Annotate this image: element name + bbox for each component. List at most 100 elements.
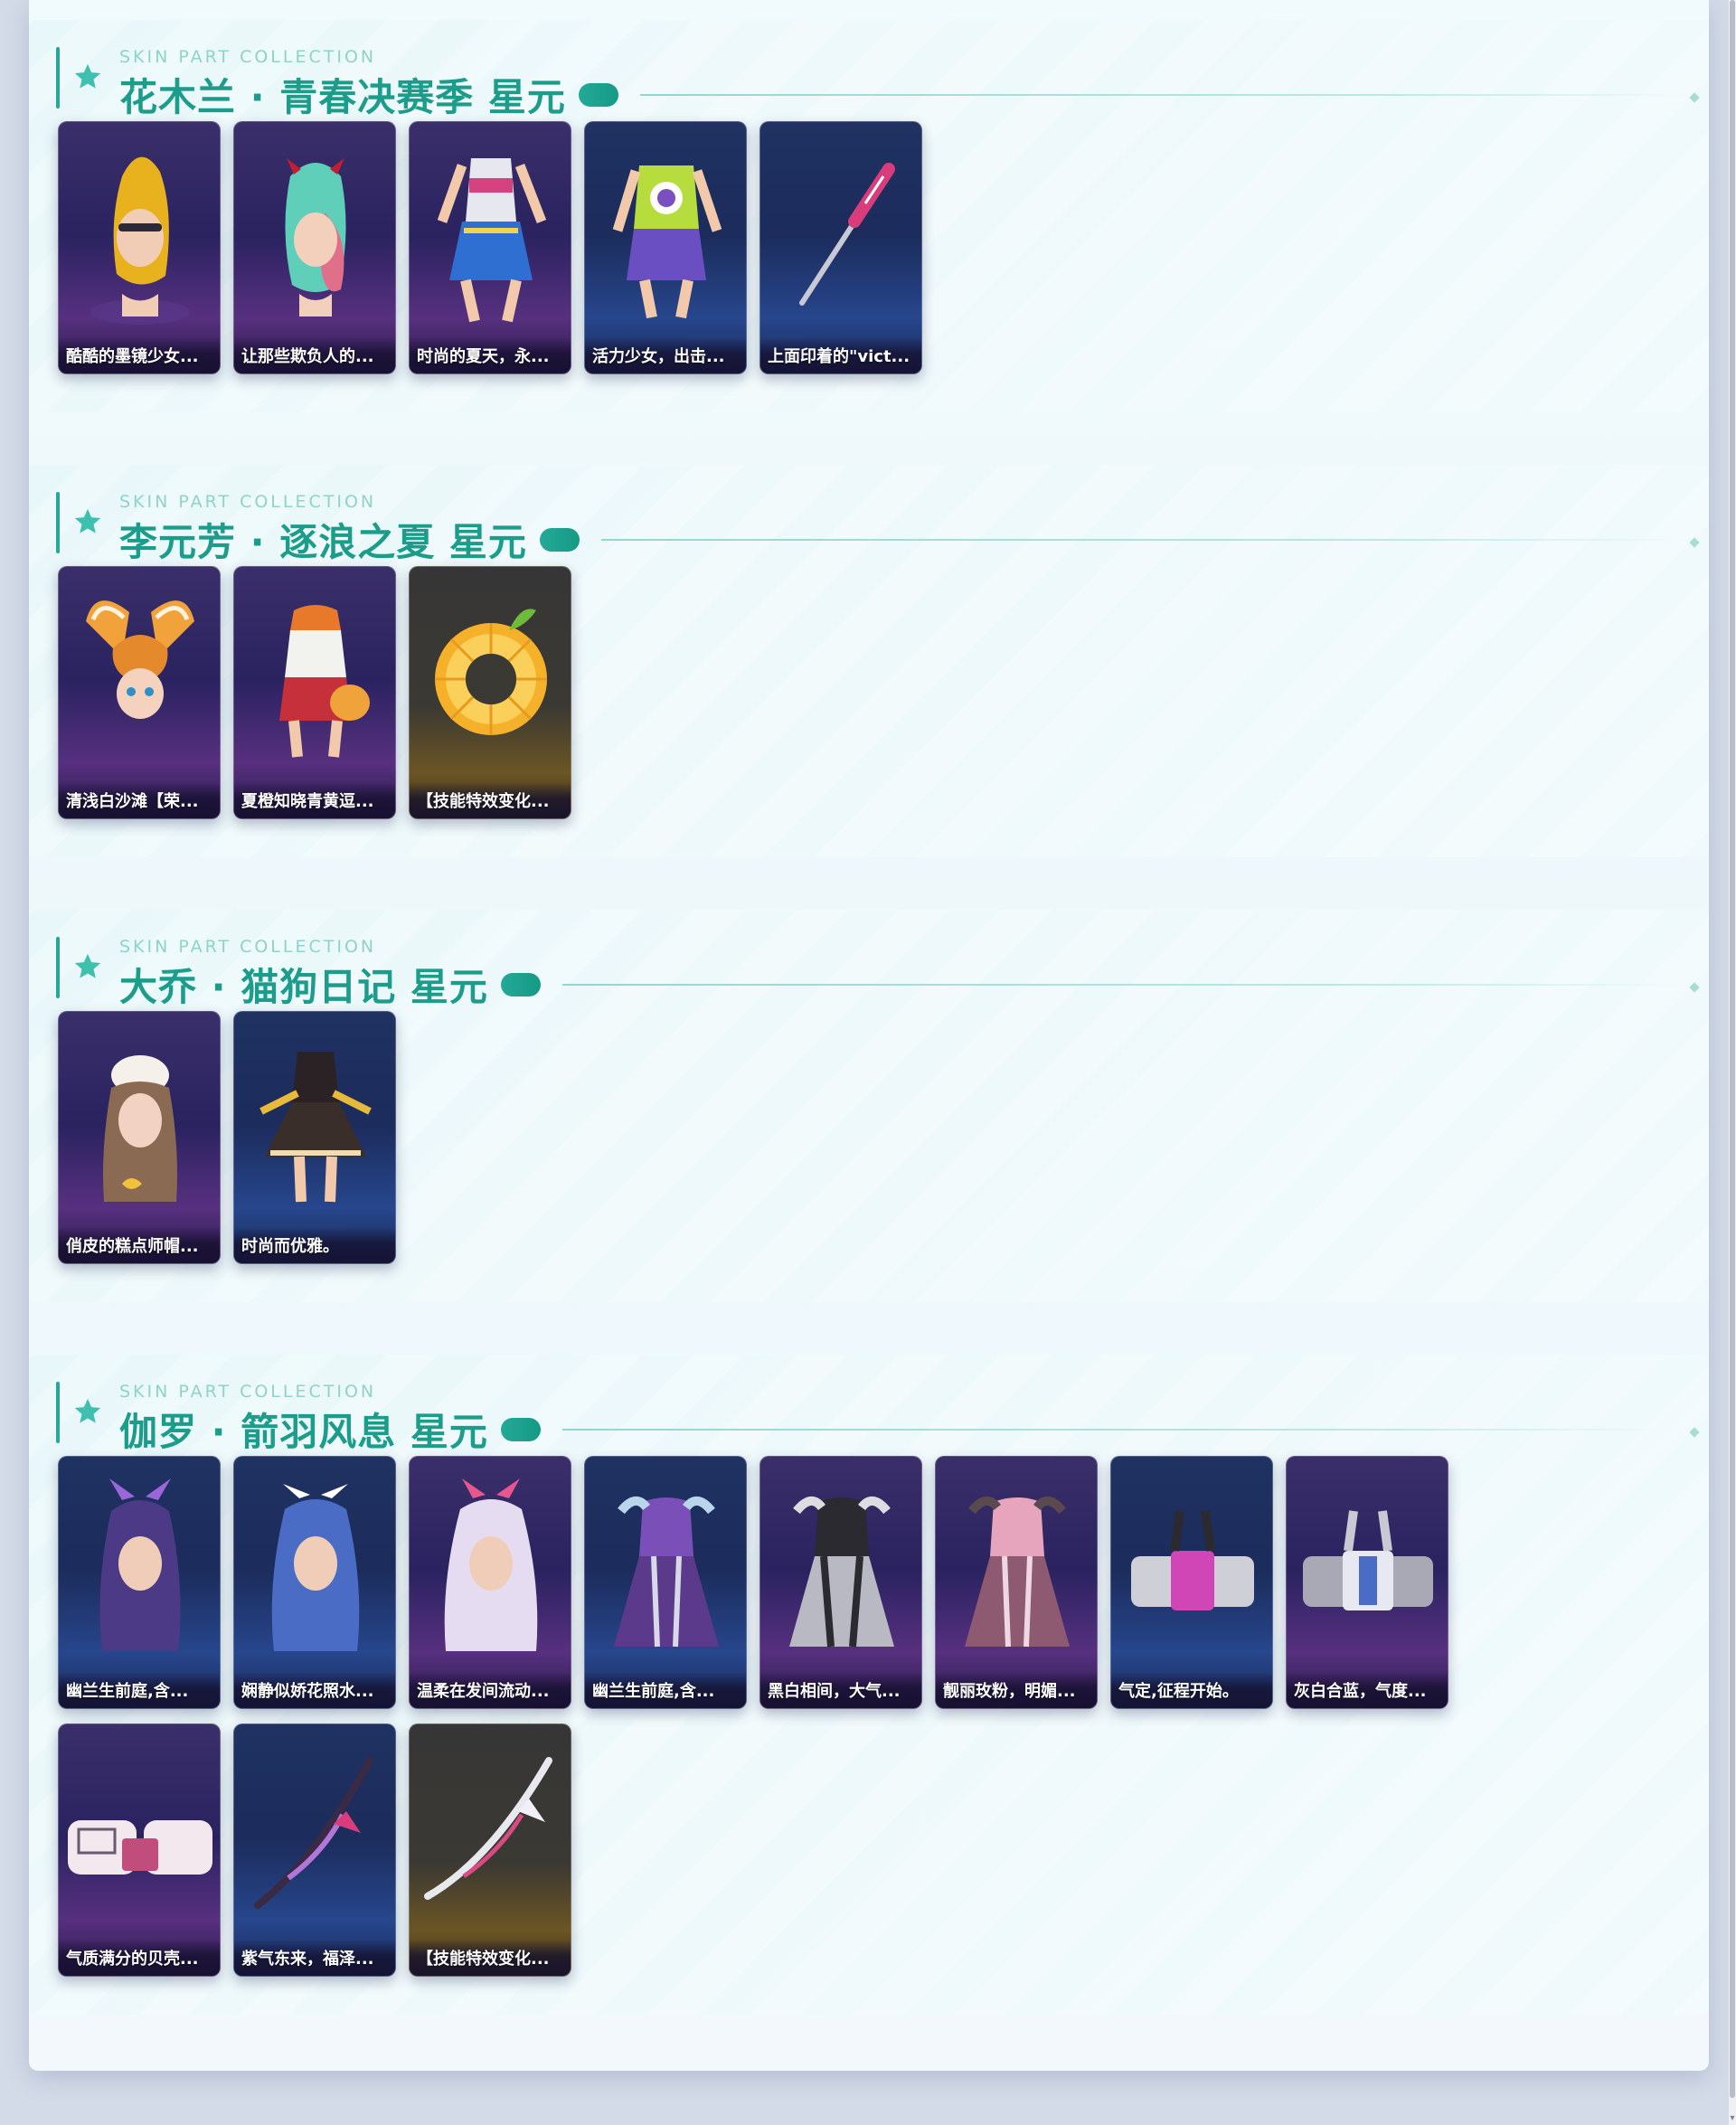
card-caption: 酷酷的墨镜少女... bbox=[59, 337, 220, 373]
diamond-icon bbox=[1689, 537, 1700, 548]
section-title: 李元芳 · 逐浪之夏 星元 bbox=[119, 520, 527, 564]
diamond-icon bbox=[1689, 982, 1700, 993]
hair-icon bbox=[86, 600, 194, 719]
effect-icon bbox=[435, 609, 547, 735]
card-caption: 夏橙知晓青黄逗... bbox=[234, 782, 395, 818]
card-caption: 时尚而优雅。 bbox=[234, 1227, 395, 1263]
hair-icon bbox=[444, 1478, 538, 1651]
diamond-icon bbox=[1689, 1427, 1700, 1438]
section-title: 花木兰 · 青春决赛季 星元 bbox=[119, 75, 566, 119]
card-caption: 【技能特效变化... bbox=[410, 782, 571, 818]
skin-part-card[interactable]: 【技能特效变化... bbox=[409, 1724, 571, 1977]
card-caption: 温柔在发间流动... bbox=[410, 1672, 571, 1708]
skin-part-card[interactable]: 灰白合蓝，气度... bbox=[1286, 1456, 1448, 1709]
card-caption: 气定,征程开始。 bbox=[1111, 1672, 1272, 1708]
scrollbar-thumb[interactable] bbox=[1730, 0, 1735, 2098]
section-divider bbox=[561, 1428, 1675, 1431]
item-grid: 俏皮的糕点师帽... 时尚而优雅。 bbox=[58, 1011, 1448, 1264]
card-caption: 气质满分的贝壳... bbox=[59, 1940, 220, 1976]
outfit-icon bbox=[259, 1052, 372, 1203]
item-grid: 清浅白沙滩【荣... 夏橙知晓青黄逗... 【技能特效变化... bbox=[58, 566, 1448, 819]
section-divider bbox=[600, 538, 1686, 541]
hair-icon bbox=[90, 156, 190, 325]
skin-part-card[interactable]: 【技能特效变化... bbox=[409, 566, 571, 819]
card-caption: 靓丽玫粉，明媚... bbox=[936, 1672, 1097, 1708]
card-caption: 时尚的夏天，永... bbox=[410, 337, 571, 373]
skin-part-card[interactable]: 黑白相间，大气... bbox=[760, 1456, 922, 1709]
star-icon bbox=[74, 953, 101, 978]
collection-section: SKIN PART COLLECTION 李元芳 · 逐浪之夏 星元 清浅白沙滩… bbox=[29, 465, 1709, 857]
section-pill bbox=[500, 1417, 541, 1441]
skin-part-card[interactable]: 幽兰生前庭,含... bbox=[58, 1456, 221, 1709]
diamond-icon bbox=[1689, 92, 1700, 103]
skin-part-card[interactable]: 夏橙知晓青黄逗... bbox=[233, 566, 396, 819]
accessory-icon bbox=[1303, 1510, 1433, 1610]
skin-part-card[interactable]: 气定,征程开始。 bbox=[1110, 1456, 1273, 1709]
outfit-icon bbox=[612, 165, 722, 319]
section-kicker: SKIN PART COLLECTION bbox=[119, 492, 377, 512]
skin-part-card[interactable]: 上面印着的"vict... bbox=[760, 121, 922, 374]
collection-page: SKIN PART COLLECTION 花木兰 · 青春决赛季 星元 酷酷的墨… bbox=[29, 0, 1709, 2071]
card-caption: 紫气东来，福泽... bbox=[234, 1940, 395, 1976]
section-accent-bar bbox=[56, 47, 60, 109]
section-kicker: SKIN PART COLLECTION bbox=[119, 937, 377, 957]
weapon-icon bbox=[799, 163, 895, 306]
section-pill bbox=[539, 527, 580, 552]
outfit-icon bbox=[789, 1497, 894, 1648]
skin-part-card[interactable]: 俏皮的糕点师帽... bbox=[58, 1011, 221, 1264]
collection-section: SKIN PART COLLECTION 大乔 · 猫狗日记 星元 俏皮的糕点师… bbox=[29, 910, 1709, 1302]
skin-part-card[interactable]: 气质满分的贝壳... bbox=[58, 1724, 221, 1977]
hair-icon bbox=[285, 158, 346, 316]
skin-part-card[interactable]: 紫气东来，福泽... bbox=[233, 1724, 396, 1977]
outfit-icon bbox=[437, 158, 547, 323]
star-icon bbox=[74, 508, 101, 534]
star-icon bbox=[74, 1398, 101, 1423]
card-caption: 黑白相间，大气... bbox=[760, 1672, 921, 1708]
card-caption: 让那些欺负人的... bbox=[234, 337, 395, 373]
accessory-icon bbox=[68, 1820, 212, 1875]
scroll-down-icon[interactable]: ▾ bbox=[1729, 2114, 1736, 2123]
section-header: SKIN PART COLLECTION 伽罗 · 箭羽风息 星元 bbox=[56, 1382, 1709, 1454]
card-caption: 幽兰生前庭,含... bbox=[585, 1672, 746, 1708]
accessory-icon bbox=[1131, 1510, 1254, 1610]
section-title: 伽罗 · 箭羽风息 星元 bbox=[119, 1410, 488, 1454]
skin-part-card[interactable]: 娴静似娇花照水... bbox=[233, 1456, 396, 1709]
card-caption: 娴静似娇花照水... bbox=[234, 1672, 395, 1708]
skin-part-card[interactable]: 酷酷的墨镜少女... bbox=[58, 121, 221, 374]
skin-part-card[interactable]: 时尚而优雅。 bbox=[233, 1011, 396, 1264]
section-header: SKIN PART COLLECTION 大乔 · 猫狗日记 星元 bbox=[56, 937, 1709, 1009]
item-grid: 幽兰生前庭,含... 娴静似娇花照水... 温柔在发间流动... 幽兰生前庭,含… bbox=[58, 1456, 1448, 1977]
skin-part-card[interactable]: 活力少女，出击... bbox=[584, 121, 747, 374]
vertical-scrollbar[interactable]: ▾ bbox=[1729, 0, 1736, 2125]
collection-section: SKIN PART COLLECTION 花木兰 · 青春决赛季 星元 酷酷的墨… bbox=[29, 20, 1709, 412]
section-accent-bar bbox=[56, 937, 60, 998]
skin-part-card[interactable]: 靓丽玫粉，明媚... bbox=[935, 1456, 1098, 1709]
outfit-icon bbox=[614, 1497, 719, 1648]
hair-icon bbox=[103, 1055, 177, 1202]
card-caption: 清浅白沙滩【荣... bbox=[59, 782, 220, 818]
collection-section: SKIN PART COLLECTION 伽罗 · 箭羽风息 星元 幽兰生前庭,… bbox=[29, 1355, 1709, 2015]
skin-part-card[interactable]: 温柔在发间流动... bbox=[409, 1456, 571, 1709]
section-header: SKIN PART COLLECTION 李元芳 · 逐浪之夏 星元 bbox=[56, 492, 1709, 564]
card-caption: 【技能特效变化... bbox=[410, 1940, 571, 1976]
effect-icon bbox=[424, 1757, 552, 1900]
hair-icon bbox=[99, 1478, 181, 1651]
card-caption: 幽兰生前庭,含... bbox=[59, 1672, 220, 1708]
card-caption: 灰白合蓝，气度... bbox=[1287, 1672, 1448, 1708]
outfit-icon bbox=[965, 1497, 1070, 1648]
section-accent-bar bbox=[56, 1382, 60, 1443]
section-pill bbox=[578, 82, 618, 107]
skin-part-card[interactable]: 清浅白沙滩【荣... bbox=[58, 566, 221, 819]
skin-part-card[interactable]: 让那些欺负人的... bbox=[233, 121, 396, 374]
card-caption: 上面印着的"vict... bbox=[760, 337, 921, 373]
hair-icon bbox=[271, 1484, 360, 1651]
card-caption: 活力少女，出击... bbox=[585, 337, 746, 373]
section-divider bbox=[639, 93, 1689, 96]
outfit-icon bbox=[279, 605, 370, 758]
section-title: 大乔 · 猫狗日记 星元 bbox=[119, 965, 488, 1009]
section-pill bbox=[500, 972, 541, 996]
skin-part-card[interactable]: 幽兰生前庭,含... bbox=[584, 1456, 747, 1709]
card-caption: 俏皮的糕点师帽... bbox=[59, 1227, 220, 1263]
section-kicker: SKIN PART COLLECTION bbox=[119, 1382, 377, 1402]
skin-part-card[interactable]: 时尚的夏天，永... bbox=[409, 121, 571, 374]
